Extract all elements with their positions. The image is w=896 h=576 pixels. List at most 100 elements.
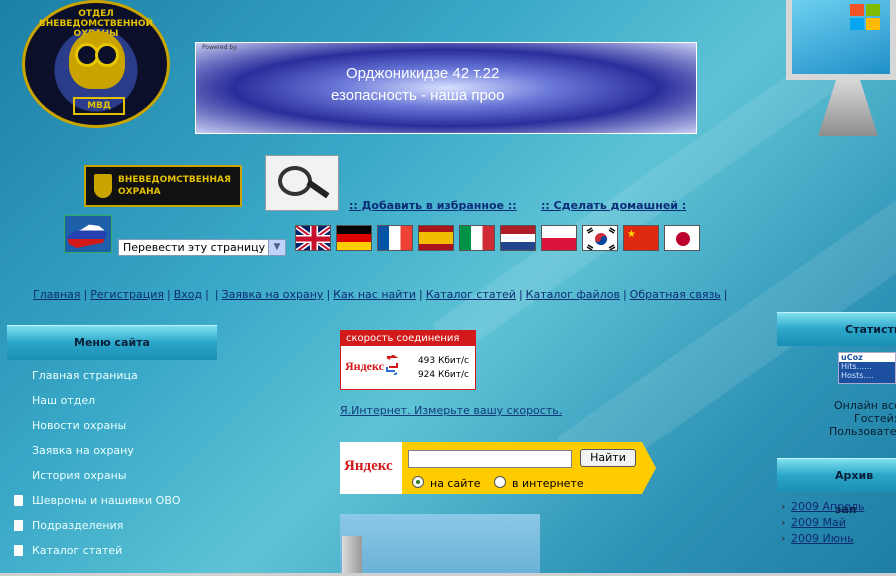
- yandex-search-widget: Яндекс Найти на сайте в интернете: [340, 442, 656, 494]
- nav-feedback[interactable]: Обратная связь: [630, 288, 721, 301]
- menu-item-label: Подразделения: [32, 519, 124, 532]
- nav-security-request[interactable]: Заявка на охрану: [222, 288, 324, 301]
- owl-icon: [69, 31, 125, 89]
- magnifier-image[interactable]: [265, 155, 339, 211]
- archive-list: 2009 Апрель 2009 Май 2009 Июнь: [780, 500, 896, 548]
- russia-map-shape: [67, 224, 107, 248]
- flag-italian[interactable]: [459, 225, 495, 251]
- flag-german[interactable]: [336, 225, 372, 251]
- flag-polish[interactable]: [541, 225, 577, 251]
- yandex-logo: Яндекс: [345, 359, 384, 373]
- menu-item-label: Главная страница: [32, 369, 138, 382]
- nav-articles[interactable]: Каталог статей: [426, 288, 516, 301]
- ucoz-hits: Hits......: [841, 362, 872, 371]
- flag-french[interactable]: [377, 225, 413, 251]
- measure-speed-link[interactable]: Я.Интернет. Измерьте вашу скорость.: [340, 404, 562, 417]
- emblem-badge: МВД: [73, 97, 125, 115]
- radio-on-web-label: в интернете: [512, 477, 584, 490]
- site-menu: Главная страница Наш отдел Новости охран…: [14, 368, 234, 568]
- nav-register[interactable]: Регистрация: [90, 288, 164, 301]
- flag-chinese[interactable]: ★: [623, 225, 659, 251]
- search-button[interactable]: Найти: [580, 449, 636, 467]
- flag-spanish[interactable]: [418, 225, 454, 251]
- flag-japanese[interactable]: [664, 225, 700, 251]
- site-menu-header: Меню сайта: [7, 325, 217, 360]
- flag-korean[interactable]: [582, 225, 618, 251]
- monitor-graphic: [778, 0, 896, 136]
- make-homepage-link[interactable]: :: Сделать домашней :: [541, 199, 686, 212]
- radio-on-web[interactable]: в интернете: [494, 476, 584, 490]
- menu-item-label: Заявка на охрану: [32, 444, 134, 457]
- nav-login[interactable]: Вход: [174, 288, 202, 301]
- menu-item-security-news[interactable]: Новости охраны: [14, 418, 234, 443]
- radio-unchecked-icon: [494, 476, 506, 488]
- russia-map-icon[interactable]: [64, 215, 112, 253]
- archive-item[interactable]: 2009 Май: [780, 516, 896, 532]
- menu-item-label: Каталог статей: [32, 544, 123, 557]
- ucoz-hosts: Hosts....: [841, 371, 874, 380]
- content-image-object: [342, 536, 362, 576]
- ucoz-counter-title: uCoz: [839, 353, 895, 362]
- monitor-stand: [818, 80, 878, 136]
- archive-header: Архив зап: [777, 458, 896, 516]
- speed-arrows-icon: [386, 355, 399, 375]
- search-input[interactable]: [408, 450, 572, 468]
- monitor-screen: [786, 0, 896, 80]
- banner-line-2: езопасность - наша проо: [331, 87, 505, 104]
- nav-how-to-find-us[interactable]: Как нас найти: [333, 288, 416, 301]
- radio-on-site[interactable]: на сайте: [412, 476, 481, 490]
- banner-powered-by: Powered by: [202, 44, 237, 51]
- speed-value-2: 924 Кбит/с: [417, 370, 469, 380]
- page-icon: [14, 495, 23, 506]
- menu-item-label: Новости охраны: [32, 419, 127, 432]
- menu-item-chevrons[interactable]: Шевроны и нашивки ОВО: [14, 493, 234, 518]
- yandex-logo-text: Яндекс: [344, 458, 393, 474]
- menu-item-label: История охраны: [32, 469, 127, 482]
- statistics-header: Статисти: [777, 312, 896, 346]
- online-guests: Гостей:: [854, 412, 896, 425]
- content-image: [340, 514, 540, 576]
- online-users: Онлайн все Гостей: Пользовате: [778, 399, 896, 438]
- page-icon: [14, 520, 23, 531]
- connection-speed-widget[interactable]: скорость соединения Яндекс 493 Кбит/с 92…: [340, 330, 476, 390]
- speed-widget-header: скорость соединения: [341, 331, 475, 346]
- radio-on-site-label: на сайте: [430, 477, 481, 490]
- archive-item[interactable]: 2009 Апрель: [780, 500, 896, 516]
- speed-value-1: 493 Кбит/с: [417, 356, 469, 366]
- chevron-down-icon[interactable]: ▼: [268, 240, 285, 255]
- nav-home[interactable]: Главная: [33, 288, 81, 301]
- flag-english[interactable]: [295, 225, 331, 251]
- patch-line-1: ВНЕВЕДОМСТВЕННАЯ: [118, 175, 231, 185]
- online-users-count: Пользовате: [829, 425, 896, 438]
- svg-text:★: ★: [627, 229, 636, 240]
- address-banner[interactable]: Powered by Орджоникидзе 42 т.22 езопасно…: [195, 42, 697, 134]
- nav-files[interactable]: Каталог файлов: [526, 288, 620, 301]
- translate-page-select[interactable]: Перевести эту страницу ▼: [118, 239, 286, 256]
- menu-item-our-department[interactable]: Наш отдел: [14, 393, 234, 418]
- page-icon: [14, 545, 23, 556]
- translate-select-label: Перевести эту страницу: [123, 241, 266, 254]
- online-total: Онлайн все: [834, 399, 896, 412]
- windows-logo-icon: [850, 4, 882, 32]
- magnifier-lens-icon: [278, 166, 312, 196]
- guard-patch-image[interactable]: ВНЕВЕДОМСТВЕННАЯ ОХРАНА: [84, 165, 242, 207]
- menu-item-history[interactable]: История охраны: [14, 468, 234, 493]
- archive-item[interactable]: 2009 Июнь: [780, 532, 896, 548]
- shield-icon: [94, 174, 112, 198]
- menu-item-article-catalog[interactable]: Каталог статей: [14, 543, 234, 568]
- flag-dutch[interactable]: [500, 225, 536, 251]
- patch-line-2: ОХРАНА: [118, 187, 161, 197]
- add-to-favorites-link[interactable]: :: Добавить в избранное ::: [349, 199, 517, 212]
- menu-item-home[interactable]: Главная страница: [14, 368, 234, 393]
- magnifier-handle: [306, 179, 330, 199]
- main-nav: Главная | Регистрация | Вход | | Заявка на охра…: [33, 288, 728, 301]
- menu-item-divisions[interactable]: Подразделения: [14, 518, 234, 543]
- radio-checked-icon: [412, 476, 424, 488]
- menu-item-label: Наш отдел: [32, 394, 96, 407]
- yandex-panel-tip: [642, 442, 656, 494]
- emblem-logo: ОТДЕЛ ВНЕВЕДОМСТВЕННОЙ ОХРАНЫ МВД: [22, 0, 170, 128]
- banner-line-1: Орджоникидзе 42 т.22: [346, 65, 500, 82]
- yandex-search-logo[interactable]: Яндекс: [340, 442, 402, 494]
- menu-item-security-request[interactable]: Заявка на охрану: [14, 443, 234, 468]
- ucoz-counter[interactable]: uCoz Hits...... Hosts....: [838, 352, 896, 384]
